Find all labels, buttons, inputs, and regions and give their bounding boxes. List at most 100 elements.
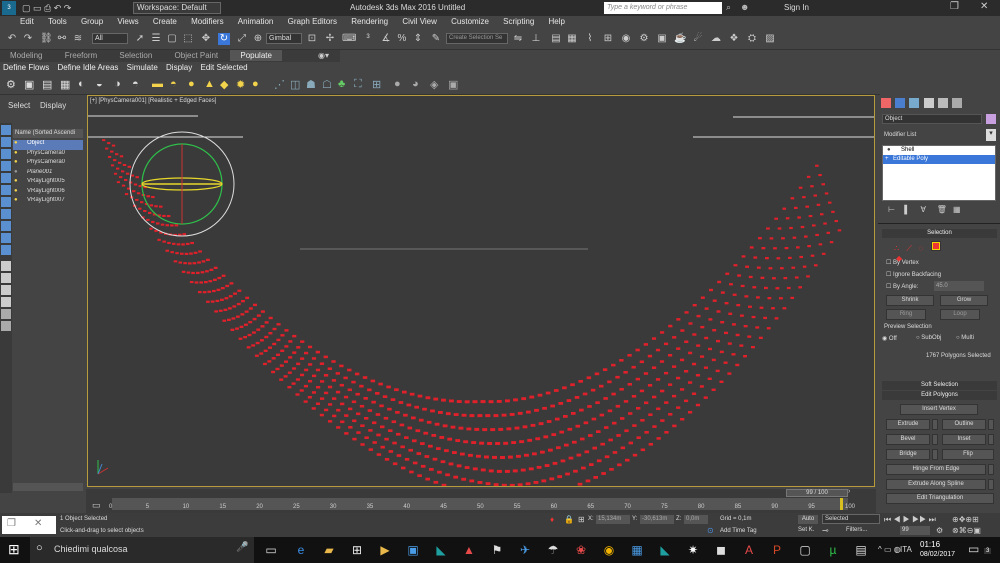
redo-icon[interactable]: ↷	[22, 33, 34, 45]
vray-plane-icon[interactable]: ◫	[290, 78, 300, 91]
display-none-icon[interactable]	[1, 273, 11, 283]
vray-scene-icon[interactable]: ⊞	[372, 78, 381, 91]
stack-item-shell[interactable]: ● Shell	[883, 146, 995, 155]
spinner-snap-icon[interactable]: ⇕	[412, 33, 424, 45]
configure-modifier-sets-icon[interactable]: ▦	[953, 205, 967, 214]
filter-cameras-icon[interactable]	[1, 161, 11, 171]
vray-shade-icon[interactable]: ◐	[78, 78, 85, 90]
stack-item-editable-poly[interactable]: + Editable Poly	[883, 155, 995, 164]
angle-snap-icon[interactable]: ∡	[380, 33, 392, 45]
rotate-icon[interactable]: ↻	[218, 33, 230, 45]
undo-icon[interactable]: ↶	[6, 33, 18, 45]
visibility-icon[interactable]: ●	[14, 188, 18, 194]
bind-space-warp-icon[interactable]: ≋	[72, 33, 84, 45]
vray-render-icon[interactable]: ▣	[24, 78, 34, 91]
close-icon[interactable]: ✕	[34, 518, 42, 529]
window-crossing-icon[interactable]: ⬚	[182, 33, 194, 45]
extrude-settings-button[interactable]	[932, 419, 938, 430]
utorrent-icon[interactable]: µ	[824, 541, 842, 559]
mirror-icon[interactable]: ⇋	[512, 33, 524, 45]
explorer-column-header[interactable]: Name (Sorted Ascendi	[13, 129, 83, 138]
define-flows-button[interactable]: Define Flows	[0, 62, 52, 73]
menu-item[interactable]: Tools	[42, 16, 73, 27]
tab-modeling[interactable]: Modeling	[0, 50, 52, 61]
snaps-toggle-icon[interactable]: ³	[362, 33, 374, 45]
set-key-button[interactable]: Set K.	[798, 527, 814, 533]
sign-in-link[interactable]: Sign In	[784, 3, 809, 12]
vray-mesh-light-icon[interactable]: ◆	[220, 78, 228, 91]
vray-sphere-light-icon[interactable]: ●	[188, 78, 195, 90]
vray-mesh-export-icon[interactable]: ⛶	[354, 78, 362, 91]
app-icon-8[interactable]: ▢	[796, 541, 814, 559]
edge-icon[interactable]: ⟋	[906, 244, 916, 254]
extrude-button[interactable]: Extrude	[886, 419, 930, 430]
vray-material-convert-icon[interactable]: ◈	[430, 78, 438, 91]
keyboard-shortcut-icon[interactable]: ⌨	[342, 33, 356, 45]
edit-polygons-rollout-header[interactable]: Edit Polygons	[882, 391, 997, 400]
vray-ies-light-icon[interactable]: ▲	[204, 78, 215, 90]
named-selection-dropdown[interactable]: Create Selection Se	[446, 33, 508, 44]
insert-vertex-button[interactable]: Insert Vertex	[900, 404, 978, 415]
task-view-icon[interactable]: ▭	[262, 541, 280, 559]
cortana-search-box[interactable]: ○ Chiedimi qualcosa 🎤	[30, 537, 254, 563]
menu-item[interactable]: Customize	[445, 16, 495, 27]
vray-proxy-icon[interactable]: ◑	[114, 78, 121, 90]
app-icon-9[interactable]: ▤	[852, 541, 870, 559]
preview-off-radio[interactable]: ◉ Off	[882, 335, 897, 342]
object-name-field[interactable]: Object	[882, 114, 982, 124]
tab-object-paint[interactable]: Object Paint	[165, 50, 229, 61]
visibility-icon[interactable]: ●	[14, 178, 18, 184]
extrude-along-spline-settings-button[interactable]	[988, 479, 994, 490]
vray-last-render-icon[interactable]: ▤	[42, 78, 52, 91]
current-frame-field[interactable]: 99	[900, 526, 930, 535]
scale-icon[interactable]: ⤢	[236, 33, 248, 45]
start-icon[interactable]: ⊞	[8, 541, 20, 558]
select-manipulate-icon[interactable]: ✢	[324, 33, 336, 45]
time-slider-next-icon[interactable]: ›	[848, 488, 850, 495]
tab-freeform[interactable]: Freeform	[55, 50, 107, 61]
time-configuration-icon[interactable]: ⚙	[936, 526, 943, 535]
render-iterative-icon[interactable]: ☄	[692, 33, 704, 45]
menu-item[interactable]: Edit	[0, 16, 40, 27]
render-production-icon[interactable]: ☕	[674, 33, 686, 45]
menu-item[interactable]: Rendering	[345, 16, 394, 27]
schematic-view-icon[interactable]: ⊞	[602, 33, 614, 45]
auto-key-button[interactable]: Auto	[798, 515, 818, 524]
edit-selected-button[interactable]: Edit Selected	[197, 62, 250, 73]
hinge-from-edge-button[interactable]: Hinge From Edge	[886, 464, 986, 475]
z-coordinate-field[interactable]: 0,0m	[684, 515, 708, 524]
ring-button[interactable]: Ring	[886, 309, 926, 320]
current-frame-marker[interactable]	[839, 498, 843, 510]
tray-icons[interactable]: ^ ▭ ◍	[878, 545, 901, 554]
filter-spacewarps-icon[interactable]	[1, 185, 11, 195]
filter-groups-icon[interactable]	[1, 197, 11, 207]
vray-sphere-fade-icon[interactable]: ☖	[322, 78, 332, 91]
curve-editor-icon[interactable]: ⌇	[584, 33, 596, 45]
display-tab-icon[interactable]	[937, 98, 948, 108]
percent-snap-icon[interactable]: %	[396, 33, 408, 45]
language-indicator[interactable]: ITA	[900, 545, 912, 554]
outline-button[interactable]: Outline	[942, 419, 986, 430]
unlink-icon[interactable]: ⚯	[56, 33, 68, 45]
ribbon-options-icon[interactable]: ◉▾	[318, 51, 329, 60]
modify-tab-icon[interactable]	[895, 98, 906, 108]
explorer-scrollbar[interactable]	[13, 483, 83, 491]
visibility-icon[interactable]: ●	[14, 150, 18, 156]
render-environment-icon[interactable]: ⛭	[746, 33, 758, 45]
selection-rollout-header[interactable]: Selection	[882, 229, 997, 238]
vray-plane-light-icon[interactable]: ▬	[152, 78, 163, 90]
filter-frozen-icon[interactable]	[1, 245, 11, 255]
rectangular-selection-icon[interactable]: ▢	[166, 33, 178, 45]
edit-named-selection-icon[interactable]: ✎	[430, 33, 442, 45]
bevel-button[interactable]: Bevel	[886, 434, 930, 445]
menu-item[interactable]: Views	[111, 16, 144, 27]
vray-exposure-icon[interactable]: ◓	[132, 78, 139, 90]
preview-multi-radio[interactable]: ○ Multi	[956, 335, 974, 341]
3ds-max-active-icon[interactable]: ◣	[656, 541, 674, 559]
y-coordinate-field[interactable]: -30,613m	[640, 515, 674, 524]
key-filter-dropdown[interactable]: Selected	[822, 514, 880, 524]
rendered-frame-window-icon[interactable]: ▣	[656, 33, 668, 45]
scene-explorer-select-tab[interactable]: Select	[8, 101, 30, 110]
sync-selection-icon[interactable]	[1, 321, 11, 331]
app-icon-5[interactable]: ▦	[628, 541, 646, 559]
